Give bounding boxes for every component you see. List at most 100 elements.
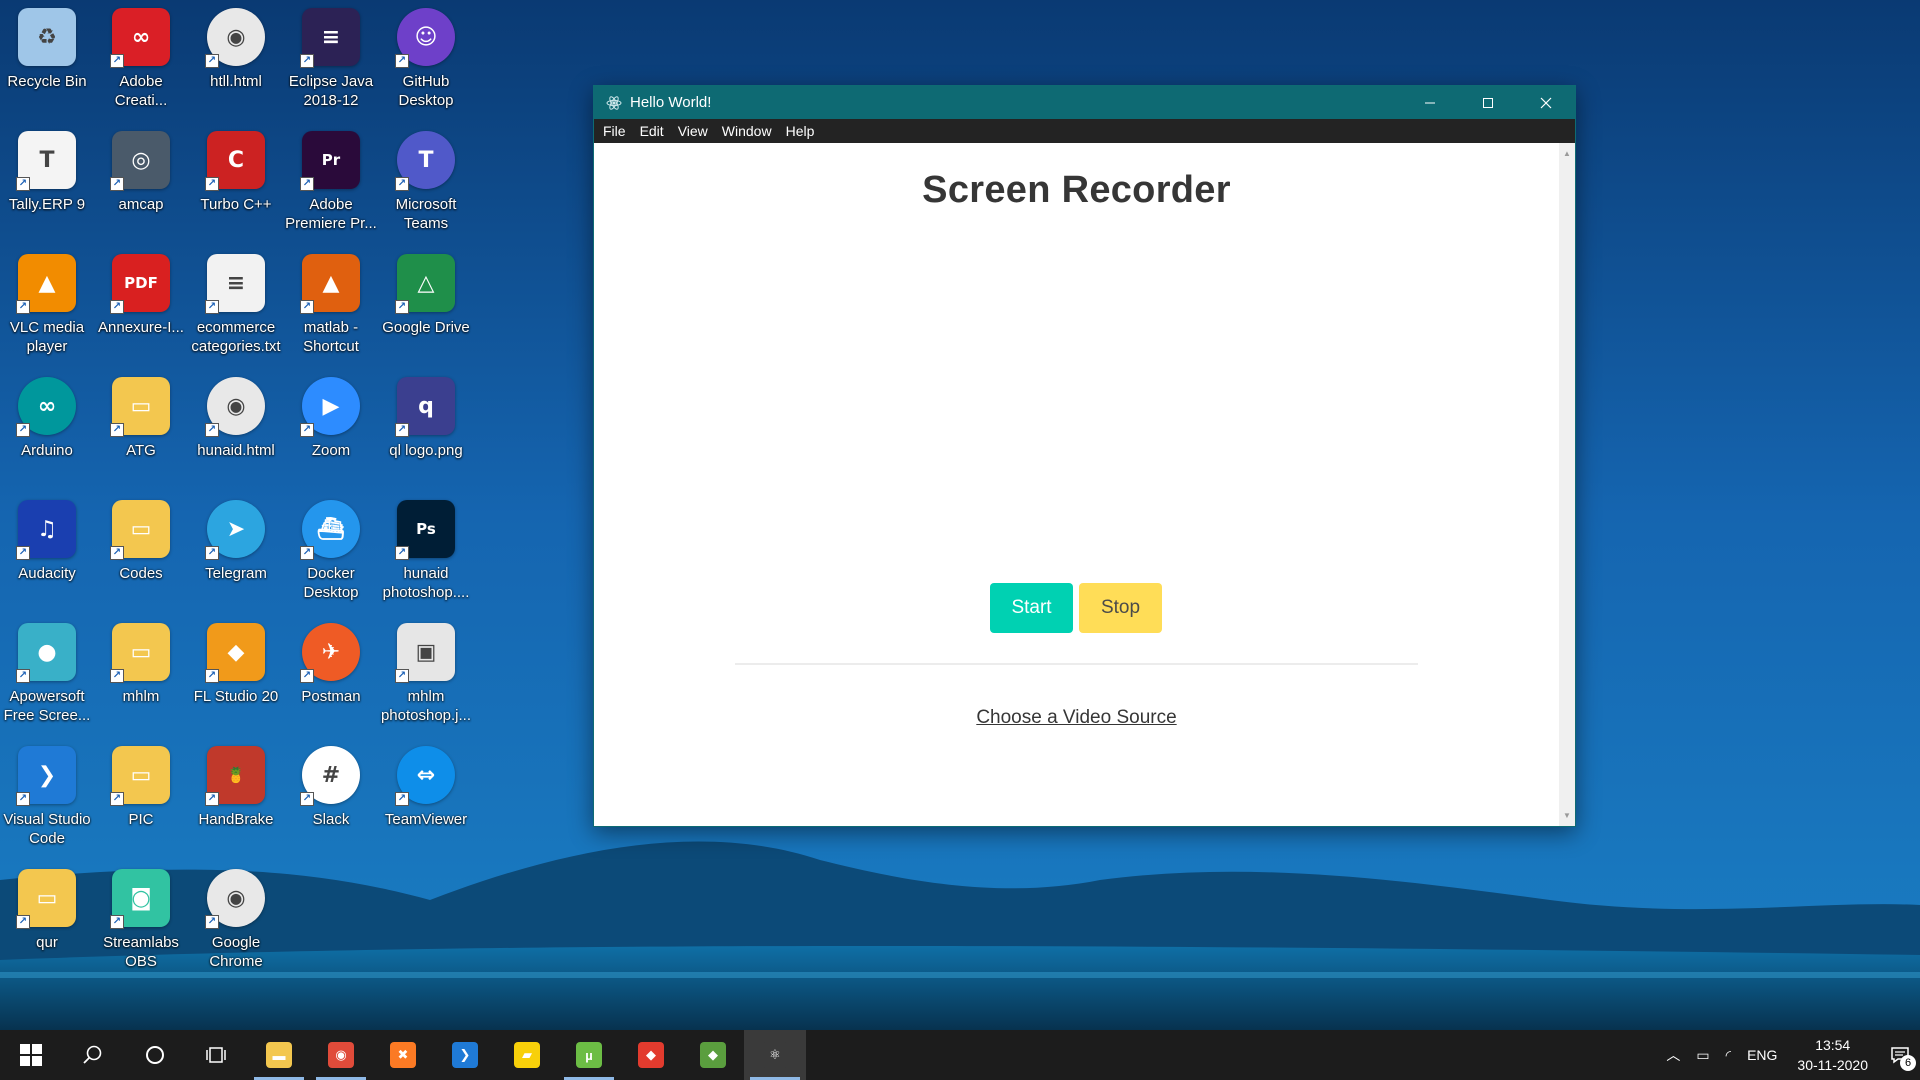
battery-icon[interactable]: ▭ bbox=[1688, 1047, 1717, 1064]
window-content: Screen Recorder Start Stop Choose a Vide… bbox=[594, 143, 1575, 826]
maximize-button[interactable] bbox=[1459, 86, 1517, 119]
desktop-icon[interactable]: ⛴ ↗ Docker Desktop bbox=[284, 492, 378, 610]
language-indicator[interactable]: ENG bbox=[1739, 1047, 1785, 1063]
icon-glyph: ▶ bbox=[322, 393, 340, 419]
menu-window[interactable]: Window bbox=[715, 119, 779, 143]
desktop-icon[interactable]: T ↗ Tally.ERP 9 bbox=[0, 123, 94, 241]
taskbar-app-button[interactable]: ▰ bbox=[496, 1030, 558, 1080]
desktop-icon[interactable]: PDF ↗ Annexure-I... bbox=[94, 246, 188, 364]
menu-help[interactable]: Help bbox=[779, 119, 822, 143]
desktop-icon[interactable]: ♻ Recycle Bin bbox=[0, 0, 94, 118]
icon-glyph: ❯ bbox=[37, 762, 57, 788]
desktop-icon[interactable]: Ps ↗ hunaid photoshop.... bbox=[379, 492, 473, 610]
desktop-icon[interactable]: ▭ ↗ qur bbox=[0, 861, 94, 979]
start-menu-button[interactable] bbox=[0, 1030, 62, 1080]
vertical-scrollbar[interactable]: ▲ ▼ bbox=[1559, 143, 1575, 826]
scroll-down-icon[interactable]: ▼ bbox=[1563, 811, 1571, 820]
icon-glyph: ◆ bbox=[646, 1047, 656, 1062]
desktop-icon[interactable]: ≡ ↗ ecommerce categories.txt bbox=[189, 246, 283, 364]
icon-glyph: ▭ bbox=[130, 393, 152, 419]
desktop-icon[interactable]: 🍍 ↗ HandBrake bbox=[189, 738, 283, 856]
taskbar-app-button[interactable]: ◆ bbox=[682, 1030, 744, 1080]
shortcut-arrow-icon: ↗ bbox=[16, 915, 30, 929]
desktop-icon[interactable]: ◉ ↗ hunaid.html bbox=[189, 369, 283, 487]
desktop-icon[interactable]: ✈ ↗ Postman bbox=[284, 615, 378, 733]
menu-file[interactable]: File bbox=[596, 119, 633, 143]
desktop-icon[interactable]: ▲ ↗ VLC media player bbox=[0, 246, 94, 364]
close-button[interactable] bbox=[1517, 86, 1575, 119]
desktop-icon[interactable]: △ ↗ Google Drive bbox=[379, 246, 473, 364]
desktop-icon-label: TeamViewer bbox=[384, 811, 468, 828]
desktop-icon[interactable]: ❯ ↗ Visual Studio Code bbox=[0, 738, 94, 856]
image-file-icon: ▣ ↗ bbox=[395, 623, 455, 683]
desktop-icon[interactable]: ◙ ↗ Streamlabs OBS bbox=[94, 861, 188, 979]
desktop-icon[interactable]: T ↗ Microsoft Teams bbox=[379, 123, 473, 241]
desktop-icon-label: Arduino bbox=[21, 442, 73, 459]
menu-edit[interactable]: Edit bbox=[633, 119, 671, 143]
action-center-button[interactable]: 6 bbox=[1880, 1030, 1920, 1080]
desktop-icon[interactable]: ▶ ↗ Zoom bbox=[284, 369, 378, 487]
postman-icon: ✈ ↗ bbox=[300, 623, 360, 683]
desktop-icon-label: Google Chrome bbox=[209, 934, 263, 970]
taskbar-app-button[interactable]: ✖ bbox=[372, 1030, 434, 1080]
desktop-icon[interactable]: ▣ ↗ mhlm photoshop.j... bbox=[379, 615, 473, 733]
desktop-icon[interactable]: Pr ↗ Adobe Premiere Pr... bbox=[284, 123, 378, 241]
app-window: Hello World! File Edit View Window Help … bbox=[593, 85, 1576, 827]
cortana-button[interactable] bbox=[124, 1030, 186, 1080]
desktop-icon[interactable]: ⇔ ↗ TeamViewer bbox=[379, 738, 473, 856]
desktop-icon-label: Google Drive bbox=[382, 319, 470, 336]
text-file-icon: ≡ ↗ bbox=[205, 254, 265, 314]
scroll-up-icon[interactable]: ▲ bbox=[1563, 149, 1571, 158]
minimize-button[interactable] bbox=[1401, 86, 1459, 119]
icon-glyph: ▭ bbox=[36, 885, 58, 911]
taskbar-app-button[interactable]: ⚛ bbox=[744, 1030, 806, 1080]
desktop-icon[interactable]: ∞ ↗ Adobe Creati... bbox=[94, 0, 188, 118]
icon-glyph: ⚛ bbox=[769, 1047, 781, 1062]
desktop-icon[interactable]: ▭ ↗ ATG bbox=[94, 369, 188, 487]
desktop-icon-label: Microsoft Teams bbox=[395, 196, 457, 232]
wifi-icon[interactable]: ◜ bbox=[1718, 1047, 1739, 1064]
desktop-icon[interactable]: ▭ ↗ PIC bbox=[94, 738, 188, 856]
minimize-icon bbox=[1425, 102, 1435, 103]
icon-glyph: ◉ bbox=[226, 393, 246, 419]
chevron-up-icon[interactable]: ︿ bbox=[1658, 1045, 1688, 1065]
icon-glyph: Pr bbox=[321, 151, 341, 169]
desktop-icon[interactable]: ≡ ↗ Eclipse Java 2018-12 bbox=[284, 0, 378, 118]
choose-video-source-link[interactable]: Choose a Video Source bbox=[594, 707, 1559, 729]
desktop-icon[interactable]: ☺ ↗ GitHub Desktop bbox=[379, 0, 473, 118]
taskbar-app-button[interactable]: ◆ bbox=[620, 1030, 682, 1080]
desktop-icon[interactable]: ♫ ↗ Audacity bbox=[0, 492, 94, 610]
task-view-button[interactable] bbox=[186, 1030, 248, 1080]
desktop-icon[interactable]: ▭ ↗ Codes bbox=[94, 492, 188, 610]
clock[interactable]: 13:54 30-11-2020 bbox=[1785, 1035, 1880, 1075]
shortcut-arrow-icon: ↗ bbox=[300, 54, 314, 68]
desktop-icon[interactable]: # ↗ Slack bbox=[284, 738, 378, 856]
taskbar-app-button[interactable]: µ bbox=[558, 1030, 620, 1080]
task-view-icon bbox=[206, 1047, 226, 1063]
desktop-icon[interactable]: ◆ ↗ FL Studio 20 bbox=[189, 615, 283, 733]
shortcut-arrow-icon: ↗ bbox=[205, 915, 219, 929]
desktop-icon-label: PIC bbox=[128, 811, 154, 828]
desktop-icon[interactable]: ∞ ↗ Arduino bbox=[0, 369, 94, 487]
search-button[interactable] bbox=[62, 1030, 124, 1080]
windows-logo-icon bbox=[20, 1044, 42, 1066]
desktop-icon[interactable]: ◎ ↗ amcap bbox=[94, 123, 188, 241]
window-titlebar[interactable]: Hello World! bbox=[594, 86, 1575, 119]
desktop-icon[interactable]: ◉ ↗ Google Chrome bbox=[189, 861, 283, 979]
stop-button[interactable]: Stop bbox=[1079, 583, 1162, 633]
recycle-bin-icon: ♻ bbox=[18, 8, 76, 66]
taskbar-app-button[interactable]: ❯ bbox=[434, 1030, 496, 1080]
desktop-icon[interactable]: ◉ ↗ htll.html bbox=[189, 0, 283, 118]
desktop-icon[interactable]: ▭ ↗ mhlm bbox=[94, 615, 188, 733]
desktop-icon[interactable]: ▲ ↗ matlab - Shortcut bbox=[284, 246, 378, 364]
shortcut-arrow-icon: ↗ bbox=[110, 177, 124, 191]
desktop-icon[interactable]: ● ↗ Apowersoft Free Scree... bbox=[0, 615, 94, 733]
taskbar-app-button[interactable]: ▬ bbox=[248, 1030, 310, 1080]
taskbar-app-button[interactable]: ◉ bbox=[310, 1030, 372, 1080]
desktop-icon[interactable]: ➤ ↗ Telegram bbox=[189, 492, 283, 610]
folder-icon: ▭ ↗ bbox=[110, 500, 170, 560]
desktop-icon[interactable]: q ↗ ql logo.png bbox=[379, 369, 473, 487]
start-button[interactable]: Start bbox=[990, 583, 1073, 633]
menu-view[interactable]: View bbox=[671, 119, 715, 143]
desktop-icon[interactable]: C ↗ Turbo C++ bbox=[189, 123, 283, 241]
